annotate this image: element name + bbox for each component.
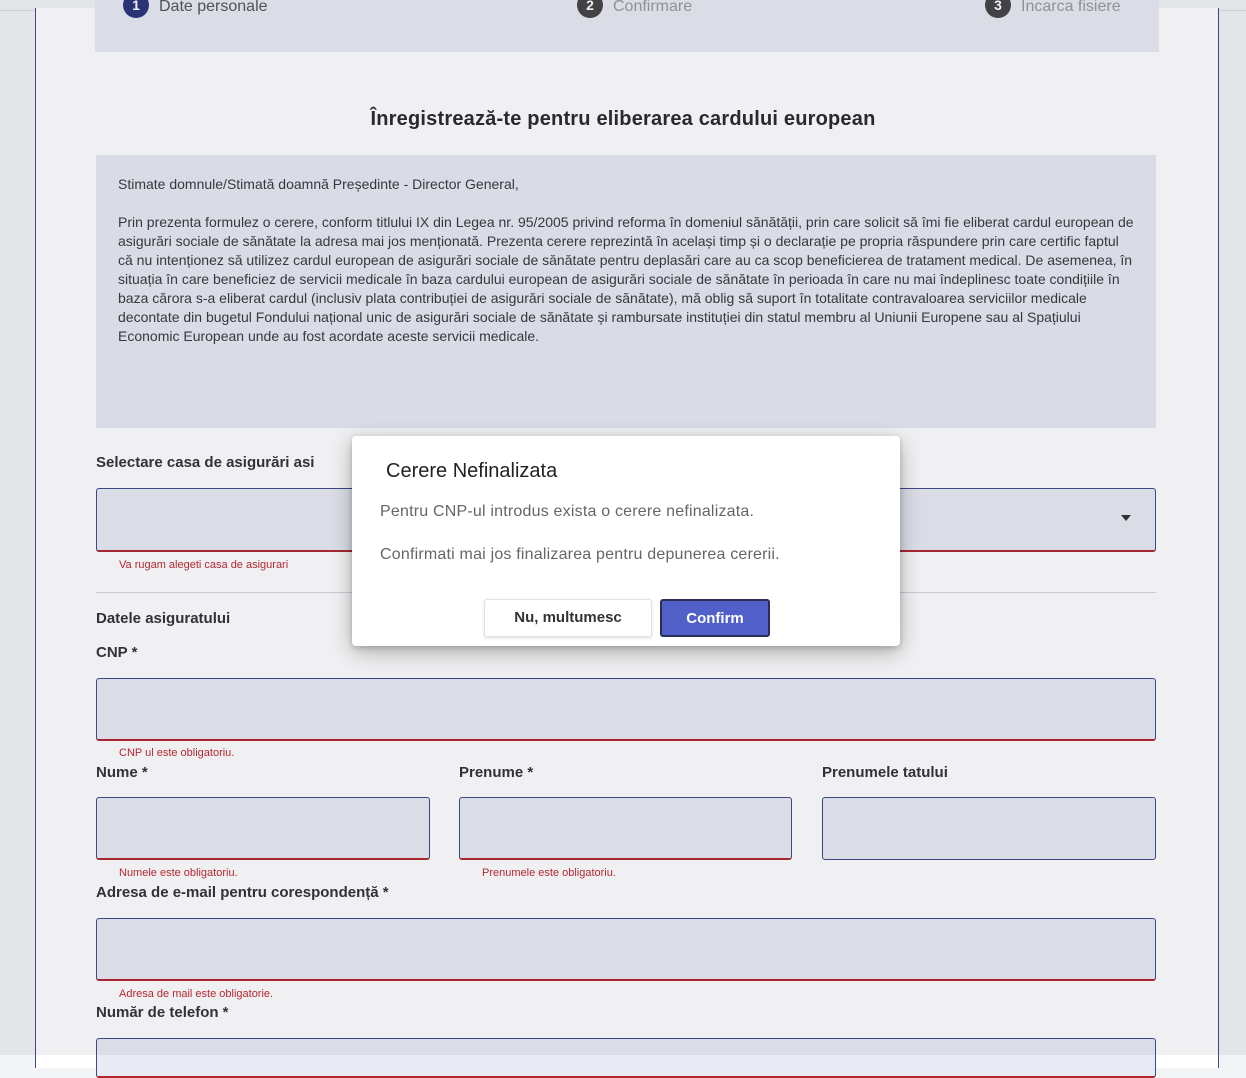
unfinished-request-dialog: Cerere Nefinalizata Pentru CNP-ul introd… [352,436,900,646]
dialog-title: Cerere Nefinalizata [386,460,558,482]
dialog-message-1: Pentru CNP-ul introdus exista o cerere n… [380,503,755,520]
dialog-message-2: Confirmati mai jos finalizarea pentru de… [380,546,780,563]
cancel-button[interactable]: Nu, multumesc [484,599,652,637]
confirm-button[interactable]: Confirm [660,599,770,637]
